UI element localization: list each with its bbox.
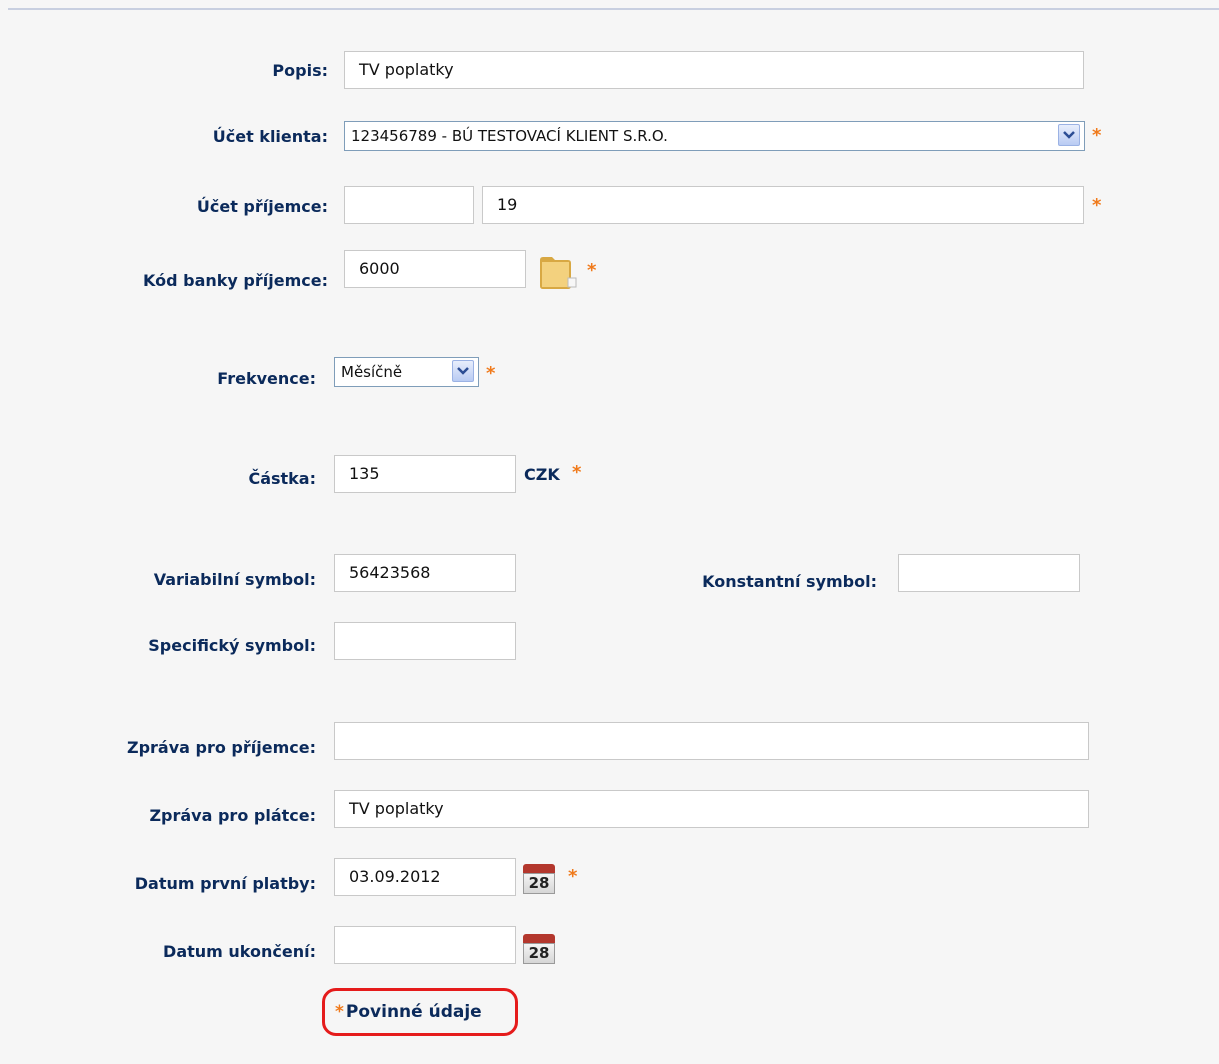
ucet-klienta-label: Účet klienta:	[212, 127, 328, 146]
datum-prvni-platby-input[interactable]: 03.09.2012	[334, 858, 516, 896]
castka-required-marker: *	[572, 462, 582, 483]
datum-prvni-platby-label: Datum první platby:	[134, 874, 316, 893]
datum-ukonceni-label: Datum ukončení:	[163, 942, 316, 961]
calendar-day: 28	[523, 943, 555, 964]
castka-label: Částka:	[248, 469, 316, 488]
calendar-header	[523, 864, 555, 873]
ucet-prijemce-prefix-input[interactable]	[344, 186, 474, 224]
calendar-icon[interactable]: 28	[521, 932, 557, 966]
zprava-prijemce-label: Zpráva pro příjemce:	[126, 738, 316, 757]
variabilni-symbol-input[interactable]: 56423568	[334, 554, 516, 592]
ucet-klienta-dropdown-button[interactable]	[1058, 124, 1080, 146]
datum-ukonceni-input[interactable]	[334, 926, 516, 964]
castka-currency: CZK	[524, 465, 560, 484]
chevron-down-icon	[457, 367, 469, 375]
frekvence-label: Frekvence:	[217, 369, 316, 388]
required-fields-note: * Povinné údaje	[322, 988, 518, 1036]
konstantni-symbol-label: Konstantní symbol:	[702, 572, 877, 591]
kod-banky-input[interactable]: 6000	[344, 250, 526, 288]
popis-input[interactable]: TV poplatky	[344, 51, 1084, 89]
zprava-prijemce-input[interactable]	[334, 722, 1089, 760]
kod-banky-required-marker: *	[587, 260, 597, 281]
frekvence-value: Měsíčně	[341, 363, 403, 381]
konstantni-symbol-input[interactable]	[898, 554, 1080, 592]
specificky-symbol-input[interactable]	[334, 622, 516, 660]
calendar-icon[interactable]: 28	[521, 862, 557, 896]
ucet-prijemce-required-marker: *	[1092, 195, 1102, 216]
frekvence-required-marker: *	[486, 363, 496, 384]
required-note-marker: *	[335, 1002, 344, 1022]
folder-icon[interactable]	[538, 254, 578, 292]
zprava-platce-label: Zpráva pro plátce:	[149, 806, 316, 825]
variabilni-symbol-label: Variabilní symbol:	[153, 570, 316, 589]
zprava-platce-input[interactable]: TV poplatky	[334, 790, 1089, 828]
frekvence-select[interactable]: Měsíčně	[334, 357, 479, 387]
top-divider	[8, 8, 1219, 10]
kod-banky-label: Kód banky příjemce:	[143, 271, 328, 290]
ucet-klienta-value: 123456789 - BÚ TESTOVACÍ KLIENT S.R.O.	[351, 127, 668, 145]
calendar-day: 28	[523, 873, 555, 894]
popis-label: Popis:	[272, 61, 328, 80]
required-note-text: Povinné údaje	[345, 1002, 482, 1022]
chevron-down-icon	[1063, 131, 1075, 139]
ucet-prijemce-number-input[interactable]: 19	[482, 186, 1084, 224]
ucet-klienta-required-marker: *	[1092, 125, 1102, 146]
frekvence-dropdown-button[interactable]	[452, 360, 474, 382]
specificky-symbol-label: Specifický symbol:	[148, 636, 316, 655]
ucet-prijemce-label: Účet příjemce:	[196, 197, 328, 216]
calendar-header	[523, 934, 555, 943]
castka-input[interactable]: 135	[334, 455, 516, 493]
datum-prvni-platby-required-marker: *	[568, 866, 578, 887]
ucet-klienta-select[interactable]: 123456789 - BÚ TESTOVACÍ KLIENT S.R.O.	[344, 121, 1085, 151]
